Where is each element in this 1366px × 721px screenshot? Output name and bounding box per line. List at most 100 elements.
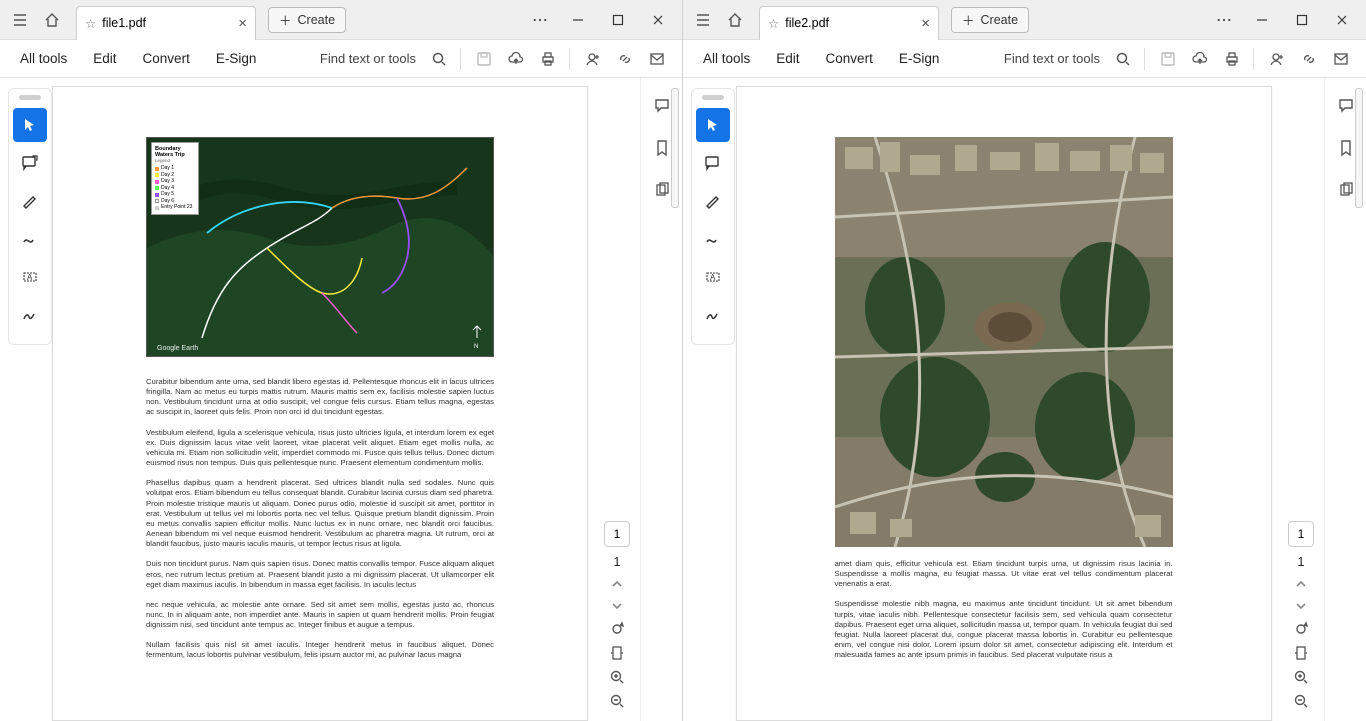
toolbar: All tools Edit Convert E-Sign Find text … [683, 40, 1366, 78]
tab-title: file2.pdf [785, 16, 829, 30]
highlight-tool[interactable] [13, 184, 47, 218]
add-user-icon[interactable] [578, 44, 608, 74]
search-icon[interactable] [1108, 44, 1138, 74]
maximize-button[interactable] [1282, 4, 1322, 36]
page-nav: 1 1 [600, 521, 634, 709]
tab-file[interactable]: ☆ file1.pdf × [76, 6, 256, 40]
comment-tool[interactable] [696, 146, 730, 180]
close-button[interactable] [1322, 4, 1362, 36]
mail-icon[interactable] [1326, 44, 1356, 74]
map-image: Google Earth N Boundary Waters Trip Lege… [146, 137, 494, 357]
create-button[interactable]: ＋ Create [268, 7, 346, 33]
page-fit-icon[interactable] [609, 645, 625, 661]
more-icon[interactable]: ⋯ [1210, 6, 1238, 34]
link-icon[interactable] [1294, 44, 1324, 74]
menu-icon[interactable] [6, 6, 34, 34]
page-viewport[interactable]: amet diam quis, efficitur vehicula est. … [683, 78, 1324, 721]
map-legend: Boundary Waters Trip Legend Day 1 Day 2 … [151, 142, 199, 215]
close-button[interactable] [638, 4, 678, 36]
svg-text:A: A [710, 273, 716, 282]
zoom-in-icon[interactable] [609, 669, 625, 685]
content-area: A [683, 78, 1366, 721]
page-up-icon[interactable] [610, 577, 624, 591]
window-left: ☆ file1.pdf × ＋ Create ⋯ All tools Edit … [0, 0, 683, 721]
drag-handle-icon[interactable] [19, 95, 41, 100]
menu-all-tools[interactable]: All tools [693, 47, 760, 70]
rotate-icon[interactable] [609, 621, 625, 637]
draw-tool[interactable] [13, 222, 47, 256]
sign-tool[interactable] [696, 298, 730, 332]
sign-tool[interactable] [13, 298, 47, 332]
page-total: 1 [614, 555, 621, 569]
menu-esign[interactable]: E-Sign [889, 47, 950, 70]
create-label: Create [298, 13, 336, 27]
plus-icon: ＋ [962, 10, 975, 29]
menu-edit[interactable]: Edit [766, 47, 809, 70]
search-icon[interactable] [424, 44, 454, 74]
menu-icon[interactable] [689, 6, 717, 34]
plus-icon: ＋ [279, 10, 292, 29]
scrollbar[interactable] [671, 88, 679, 208]
link-icon[interactable] [610, 44, 640, 74]
minimize-button[interactable] [1242, 4, 1282, 36]
mail-icon[interactable] [642, 44, 672, 74]
minimize-button[interactable] [558, 4, 598, 36]
menu-convert[interactable]: Convert [816, 47, 883, 70]
map-title: Boundary Waters Trip [155, 146, 195, 158]
titlebar: ☆ file2.pdf × ＋ Create ⋯ [683, 0, 1366, 40]
rotate-icon[interactable] [1293, 621, 1309, 637]
create-button[interactable]: ＋ Create [951, 7, 1029, 33]
text-box-tool[interactable]: A [13, 260, 47, 294]
comment-tool[interactable] [13, 146, 47, 180]
star-icon[interactable]: ☆ [768, 16, 779, 31]
tab-file[interactable]: ☆ file2.pdf × [759, 6, 939, 40]
scrollbar[interactable] [1355, 88, 1363, 208]
titlebar: ☆ file1.pdf × ＋ Create ⋯ [0, 0, 682, 40]
home-icon[interactable] [38, 6, 66, 34]
print-icon[interactable] [533, 44, 563, 74]
zoom-out-icon[interactable] [609, 693, 625, 709]
menu-convert[interactable]: Convert [133, 47, 200, 70]
find-label[interactable]: Find text or tools [320, 51, 416, 66]
page-current-input[interactable]: 1 [1288, 521, 1314, 547]
body-text: Curabitur bibendum ante urna, sed blandi… [146, 377, 494, 671]
select-tool[interactable] [696, 108, 730, 142]
add-user-icon[interactable] [1262, 44, 1292, 74]
page-viewport[interactable]: Google Earth N Boundary Waters Trip Lege… [0, 78, 640, 721]
page-fit-icon[interactable] [1293, 645, 1309, 661]
save-icon[interactable] [1153, 44, 1183, 74]
cloud-icon[interactable] [501, 44, 531, 74]
left-tool-rail: A [691, 88, 735, 345]
home-icon[interactable] [721, 6, 749, 34]
cloud-icon[interactable] [1185, 44, 1215, 74]
create-label: Create [981, 13, 1019, 27]
page-nav: 1 1 [1284, 521, 1318, 709]
select-tool[interactable] [13, 108, 47, 142]
draw-tool[interactable] [696, 222, 730, 256]
maximize-button[interactable] [598, 4, 638, 36]
print-icon[interactable] [1217, 44, 1247, 74]
highlight-tool[interactable] [696, 184, 730, 218]
drag-handle-icon[interactable] [702, 95, 724, 100]
zoom-out-icon[interactable] [1293, 693, 1309, 709]
page-current-input[interactable]: 1 [604, 521, 630, 547]
content-area: A [0, 78, 682, 721]
toolbar: All tools Edit Convert E-Sign Find text … [0, 40, 682, 78]
page-up-icon[interactable] [1294, 577, 1308, 591]
close-icon[interactable]: × [921, 15, 930, 32]
find-label[interactable]: Find text or tools [1004, 51, 1100, 66]
star-icon[interactable]: ☆ [85, 16, 96, 31]
close-icon[interactable]: × [238, 15, 247, 32]
left-tool-rail: A [8, 88, 52, 345]
more-icon[interactable]: ⋯ [526, 6, 554, 34]
menu-all-tools[interactable]: All tools [10, 47, 77, 70]
page-down-icon[interactable] [1294, 599, 1308, 613]
zoom-in-icon[interactable] [1293, 669, 1309, 685]
text-box-tool[interactable]: A [696, 260, 730, 294]
page-down-icon[interactable] [610, 599, 624, 613]
menu-edit[interactable]: Edit [83, 47, 126, 70]
menu-esign[interactable]: E-Sign [206, 47, 267, 70]
svg-text:A: A [27, 273, 33, 282]
save-icon[interactable] [469, 44, 499, 74]
pdf-page: Google Earth N Boundary Waters Trip Lege… [52, 86, 588, 721]
